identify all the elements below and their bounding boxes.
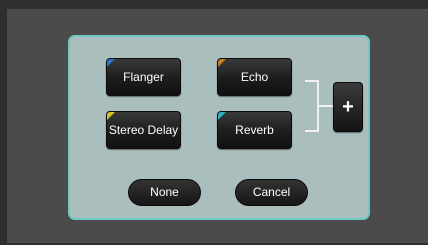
none-button[interactable]: None (128, 179, 201, 206)
color-tag-icon (218, 59, 226, 67)
stereo-delay-button[interactable]: Stereo Delay (106, 111, 181, 149)
flanger-label: Flanger (123, 70, 164, 84)
echo-button[interactable]: Echo (217, 58, 292, 96)
plus-icon: + (342, 96, 354, 118)
cancel-button[interactable]: Cancel (235, 179, 308, 206)
window-frame-left (0, 0, 7, 245)
stereo-delay-label: Stereo Delay (108, 123, 179, 137)
reverb-label: Reverb (235, 123, 274, 137)
echo-label: Echo (240, 70, 269, 84)
color-tag-icon (218, 112, 226, 120)
group-bracket-connector (319, 105, 333, 107)
flanger-button[interactable]: Flanger (106, 58, 181, 96)
none-label: None (150, 185, 179, 199)
group-bracket (305, 80, 319, 132)
reverb-button[interactable]: Reverb (217, 111, 292, 149)
color-tag-icon (107, 112, 115, 120)
color-tag-icon (107, 59, 115, 67)
cancel-label: Cancel (252, 185, 291, 199)
window-frame-top (0, 0, 428, 9)
add-effect-button[interactable]: + (333, 82, 363, 132)
